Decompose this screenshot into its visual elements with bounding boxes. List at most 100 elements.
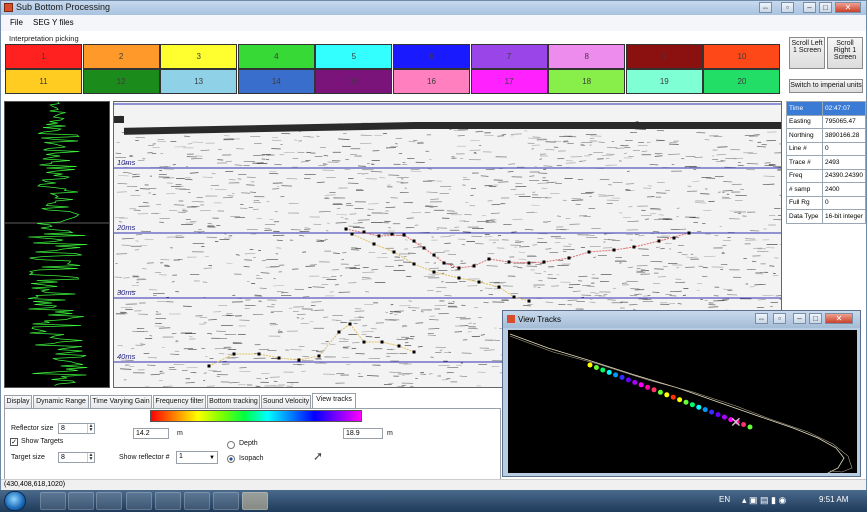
- color-scale-bar: [150, 410, 362, 422]
- depth-label-30ms: 30ms: [117, 288, 136, 297]
- pin-icon[interactable]: ⇔: [759, 2, 772, 13]
- spinner-icon[interactable]: ▲ ▼: [87, 453, 94, 462]
- info-row: Line #0: [786, 141, 866, 156]
- minimize-button[interactable]: –: [793, 313, 806, 324]
- track-map[interactable]: ✕: [508, 330, 857, 474]
- info-key: Time: [786, 101, 823, 116]
- start-button[interactable]: [4, 491, 26, 511]
- reflector-swatch-9[interactable]: 9: [625, 44, 703, 69]
- isopach-radio-label: Isopach: [239, 455, 264, 462]
- media-player-icon[interactable]: [96, 492, 122, 510]
- show-targets-checkbox[interactable]: ✓: [10, 438, 18, 446]
- window-title: Sub Bottom Processing: [16, 2, 111, 12]
- firefox-icon[interactable]: [68, 492, 94, 510]
- maximize-button[interactable]: □: [819, 2, 832, 13]
- isopach-radio[interactable]: [227, 455, 235, 463]
- scroll-right-button[interactable]: Scroll Right 1 Screen: [827, 37, 863, 69]
- app-icon[interactable]: [126, 492, 152, 510]
- menu-bar: File SEG Y files: [1, 15, 866, 31]
- range-min-input[interactable]: 14.2: [133, 428, 169, 439]
- app-icon[interactable]: [184, 492, 210, 510]
- reflector-swatch-14[interactable]: 14: [237, 69, 315, 94]
- reflector-swatch-18[interactable]: 18: [548, 69, 626, 94]
- depth-radio[interactable]: [227, 441, 235, 449]
- reflector-swatch-20[interactable]: 20: [703, 69, 781, 94]
- reflector-swatch-2[interactable]: 2: [82, 44, 160, 69]
- reflector-swatch-13[interactable]: 13: [160, 69, 238, 94]
- restore-icon[interactable]: ▫: [781, 2, 794, 13]
- reflector-swatch-10[interactable]: 10: [703, 44, 781, 69]
- app-icon[interactable]: [213, 492, 239, 510]
- info-row: Freq 24390.24390: [786, 168, 866, 183]
- info-key: Freq: [786, 168, 823, 183]
- tab-display[interactable]: Display: [4, 395, 32, 408]
- reflector-swatch-12[interactable]: 12: [82, 69, 160, 94]
- minimize-button[interactable]: –: [803, 2, 816, 13]
- info-row: Trace #2493: [786, 155, 866, 170]
- info-value: 24390.24390: [822, 168, 866, 183]
- target-size-input[interactable]: 8 ▲ ▼: [58, 452, 95, 463]
- reflector-swatch-3[interactable]: 3: [160, 44, 238, 69]
- reflector-swatch-19[interactable]: 19: [625, 69, 703, 94]
- close-button[interactable]: ✕: [835, 2, 861, 13]
- reflector-swatch-8[interactable]: 8: [548, 44, 626, 69]
- view-tracks-title: View Tracks: [518, 315, 561, 324]
- info-row: Easting 795065.47: [786, 114, 866, 129]
- current-position-marker: ✕: [730, 415, 742, 431]
- reflector-swatch-7[interactable]: 7: [470, 44, 548, 69]
- tab-sound-velocity[interactable]: Sound Velocity: [261, 395, 311, 408]
- taskbar: EN ▴ ▣ ▤ ▮ ◉ 9:51 AM: [0, 490, 867, 512]
- tab-frequency-filter[interactable]: Frequency filter: [153, 395, 206, 408]
- close-button[interactable]: ✕: [825, 313, 853, 324]
- info-value: 795065.47: [822, 114, 866, 129]
- tab-time-varying-gain[interactable]: Time Varying Gain: [90, 395, 152, 408]
- maximize-button[interactable]: □: [809, 313, 822, 324]
- switch-units-button[interactable]: Switch to imperial units: [789, 79, 863, 93]
- track-map-svg: ✕: [509, 333, 853, 474]
- tab-bottom-tracking[interactable]: Bottom tracking: [207, 395, 260, 408]
- reflector-size-input[interactable]: 8 ▲ ▼: [58, 423, 95, 434]
- language-indicator[interactable]: EN: [719, 495, 730, 504]
- sub-bottom-processing-taskbar-icon[interactable]: [242, 492, 268, 510]
- app-icon[interactable]: [155, 492, 181, 510]
- range-max-input[interactable]: 18.9: [343, 428, 383, 439]
- info-value: 3890166.28: [822, 128, 866, 143]
- menu-segy-files[interactable]: SEG Y files: [33, 18, 74, 27]
- title-bar: Sub Bottom Processing ⇔ ▫ – □ ✕: [1, 1, 866, 15]
- explorer-icon[interactable]: [40, 492, 66, 510]
- reflector-swatch-15[interactable]: 15: [315, 69, 393, 94]
- info-row: Northing 3890166.28: [786, 128, 866, 143]
- target-size-label: Target size: [11, 454, 45, 461]
- trace-waveform-panel: [4, 101, 110, 388]
- reflector-swatch-4[interactable]: 4: [237, 44, 315, 69]
- view-tracks-title-bar: View Tracks ⇔ ▫ – □ ✕: [503, 311, 860, 328]
- info-row: # samp 2400: [786, 182, 866, 197]
- info-value: 16-bit integer: [822, 209, 866, 224]
- scroll-left-button[interactable]: Scroll Left 1 Screen: [789, 37, 825, 69]
- pin-icon[interactable]: ⇔: [755, 313, 768, 324]
- info-row: Time 02:47:07: [786, 101, 866, 116]
- reflector-swatch-17[interactable]: 17: [470, 69, 548, 94]
- main-window: Sub Bottom Processing ⇔ ▫ – □ ✕ File SEG…: [0, 0, 867, 491]
- reflector-swatch-5[interactable]: 5: [315, 44, 393, 69]
- reflector-swatch-6[interactable]: 6: [393, 44, 470, 69]
- info-row: Full Rg 0: [786, 195, 866, 210]
- tab-view-tracks[interactable]: View tracks: [312, 393, 356, 408]
- spinner-icon[interactable]: ▲ ▼: [87, 424, 94, 433]
- view-tracks-window[interactable]: View Tracks ⇔ ▫ – □ ✕ ✕: [502, 310, 861, 477]
- info-key: Easting: [786, 114, 823, 129]
- range-min-unit: m: [177, 430, 183, 437]
- reflector-swatch-1[interactable]: 1: [5, 44, 82, 69]
- menu-file[interactable]: File: [10, 18, 23, 27]
- reflector-swatch-11[interactable]: 11: [5, 69, 82, 94]
- tray-icons[interactable]: ▴ ▣ ▤ ▮ ◉: [742, 495, 786, 506]
- info-row: Data Type 16-bit integer: [786, 209, 866, 224]
- restore-icon[interactable]: ▫: [773, 313, 786, 324]
- reflector-swatch-16[interactable]: 16: [393, 69, 470, 94]
- depth-label-40ms: 40ms: [117, 352, 136, 361]
- tab-dynamic-range[interactable]: Dynamic Range: [33, 395, 89, 408]
- app-icon: [4, 3, 13, 12]
- clock[interactable]: 9:51 AM: [819, 495, 848, 504]
- status-text: (430,408,618,1020): [4, 481, 66, 488]
- show-reflector-select[interactable]: 1 ▼: [176, 451, 218, 464]
